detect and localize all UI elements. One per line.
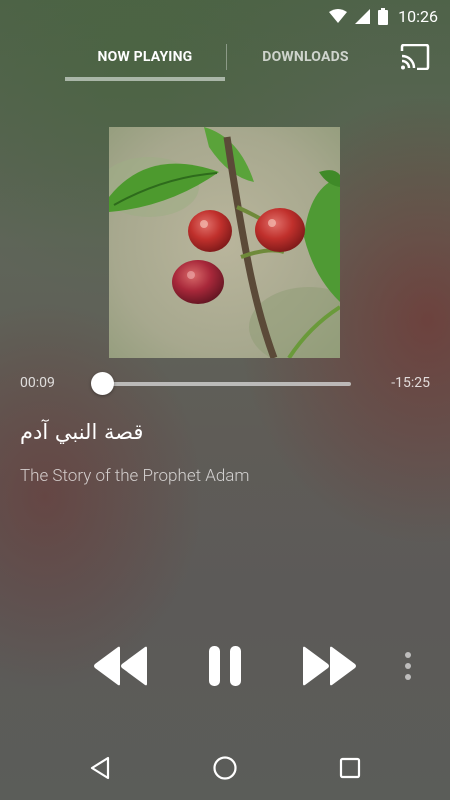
album-art [109,127,340,358]
pause-icon [207,644,243,692]
more-options-button[interactable] [398,640,418,696]
track-subtitle: The Story of the Prophet Adam [20,466,250,486]
recents-icon [339,757,361,783]
wifi-icon [329,9,348,23]
cast-button[interactable] [400,43,430,71]
fast-forward-icon [302,646,358,690]
rewind-button[interactable] [88,640,152,696]
remaining-time: -15:25 [391,375,430,391]
fast-forward-button[interactable] [298,640,362,696]
pause-button[interactable] [200,640,250,696]
status-time: 10:26 [398,6,438,26]
tab-downloads[interactable]: DOWNLOADS [228,32,383,82]
more-vert-icon [404,651,412,685]
recents-button[interactable] [320,740,380,800]
battery-icon [378,7,389,25]
cell-signal-icon [355,8,371,24]
tab-now-playing[interactable]: NOW PLAYING [65,32,225,82]
system-nav-bar [0,740,450,800]
playback-controls [0,640,450,696]
track-title: قصة النبي آدم [20,420,144,444]
elapsed-time: 00:09 [20,375,55,391]
tab-bar: NOW PLAYING DOWNLOADS [0,32,450,82]
tab-divider [226,44,227,70]
back-icon [89,756,111,784]
cast-icon [400,43,430,74]
seek-bar[interactable] [100,382,351,386]
tab-active-indicator [65,77,225,81]
home-button[interactable] [195,740,255,800]
back-button[interactable] [70,740,130,800]
rewind-icon [92,646,148,690]
home-icon [212,755,238,785]
seek-thumb[interactable] [91,372,114,395]
status-bar: 10:26 [0,0,450,32]
